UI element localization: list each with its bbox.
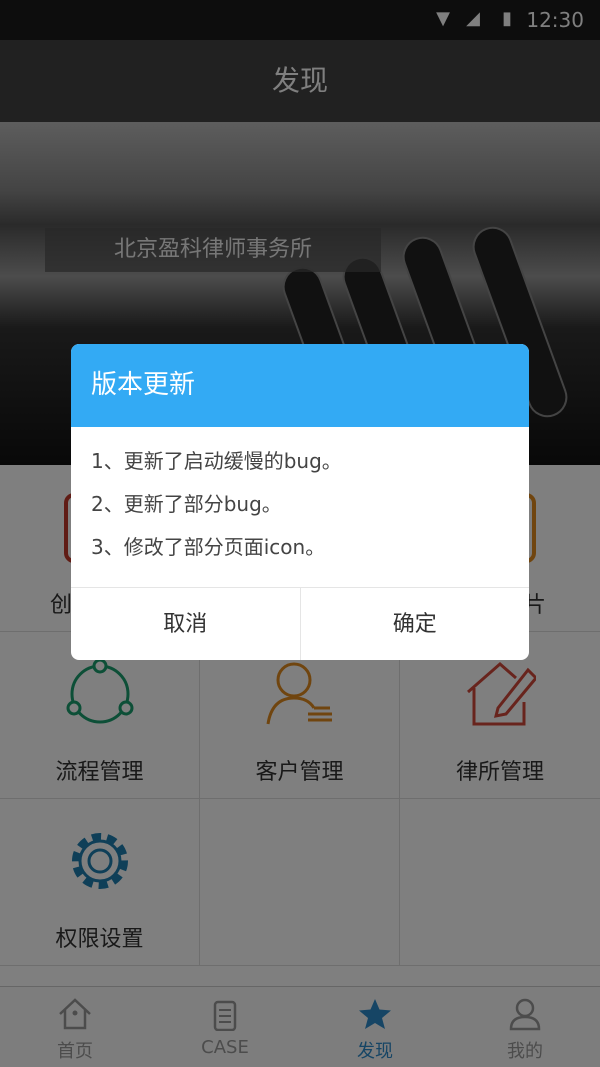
dialog-body: 1、更新了启动缓慢的bug。 2、更新了部分bug。 3、修改了部分页面icon… bbox=[71, 427, 529, 587]
cancel-button[interactable]: 取消 bbox=[71, 588, 301, 660]
update-line: 1、更新了启动缓慢的bug。 bbox=[91, 449, 342, 473]
update-line: 2、更新了部分bug。 bbox=[91, 492, 282, 516]
confirm-button[interactable]: 确定 bbox=[301, 588, 530, 660]
update-dialog: 版本更新 1、更新了启动缓慢的bug。 2、更新了部分bug。 3、修改了部分页… bbox=[71, 344, 529, 660]
update-line: 3、修改了部分页面icon。 bbox=[91, 535, 326, 559]
dialog-title: 版本更新 bbox=[71, 344, 529, 427]
